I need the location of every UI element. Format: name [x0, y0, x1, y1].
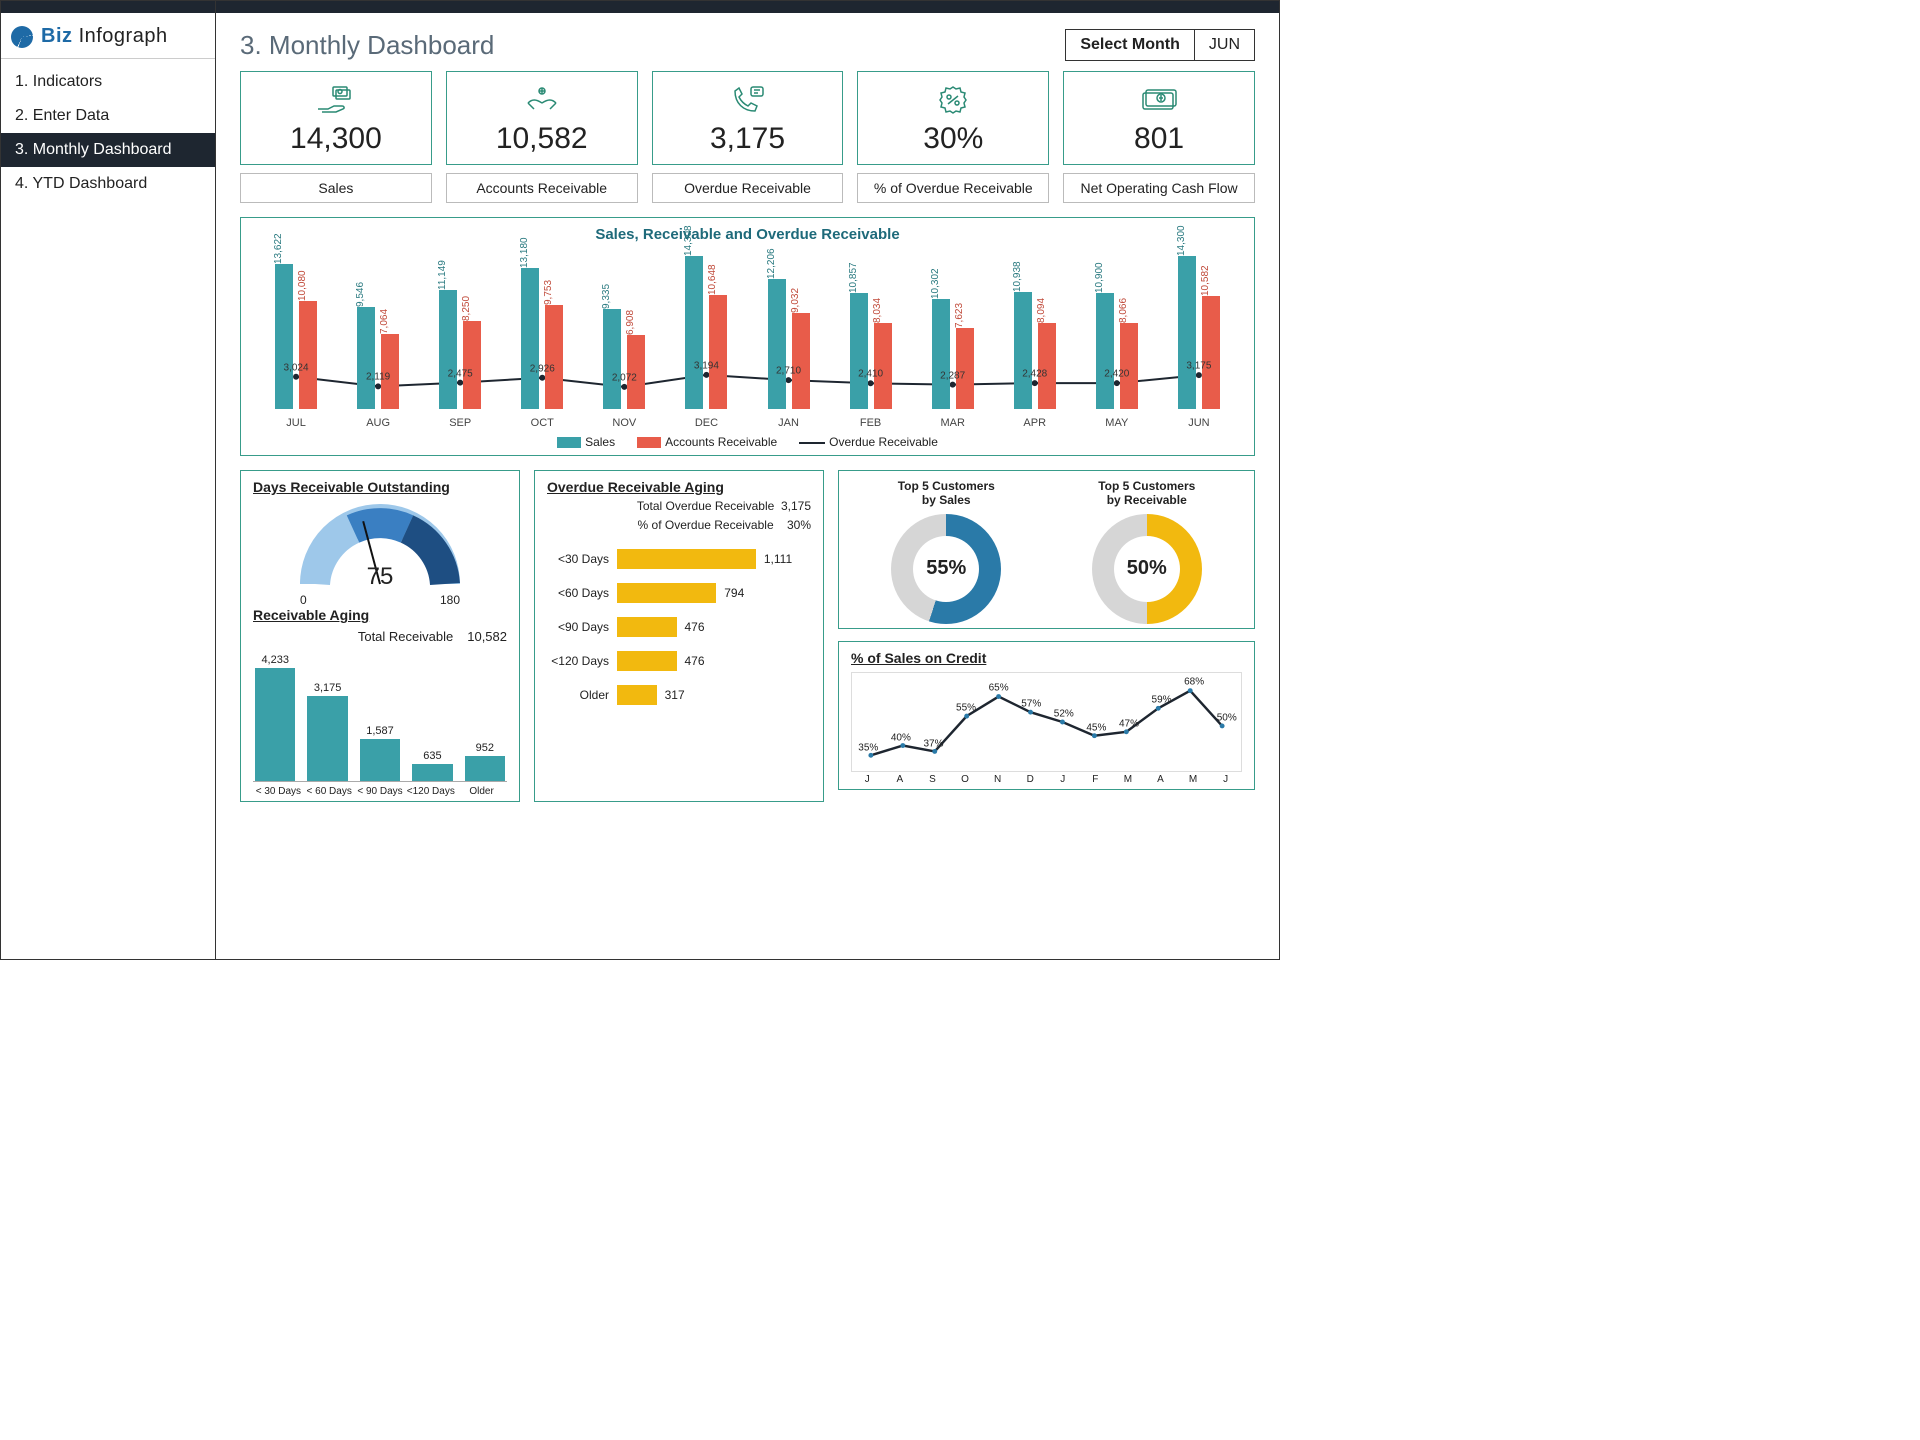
legend-sales-label: Sales — [585, 435, 615, 449]
dro-scale: 0 180 — [300, 593, 460, 607]
dro-title: Days Receivable Outstanding — [253, 479, 507, 495]
big-chart-body: 13,62210,080JUL9,5467,064AUG11,1498,250S… — [255, 249, 1240, 429]
pie-icon — [11, 26, 33, 48]
month-selector-value[interactable]: JUN — [1195, 29, 1255, 61]
dro-gauge: 75 0 180 — [253, 499, 507, 607]
donuts-row: Top 5 Customersby Sales 55% Top 5 Custom… — [851, 479, 1242, 624]
kpi-cashflow: 801 — [1063, 71, 1255, 165]
dro-and-aging-panel: Days Receivable Outstanding 75 0 180 — [240, 470, 520, 802]
sales-recv-overdue-chart: Sales, Receivable and Overdue Receivable… — [240, 217, 1255, 456]
legend-overdue: Overdue Receivable — [799, 435, 938, 449]
legend-overdue-swatch — [799, 442, 825, 444]
kpi-cashflow-label: Net Operating Cash Flow — [1063, 173, 1255, 203]
cash-hand-icon — [316, 82, 356, 118]
top5-sales-donut: Top 5 Customersby Sales 55% — [851, 479, 1042, 624]
legend-overdue-label: Overdue Receivable — [829, 435, 938, 449]
brand-logo: Biz Infograph — [1, 13, 215, 59]
overdue-aging-rows: <30 Days1,111<60 Days794<90 Days476<120 … — [547, 549, 811, 705]
kpi-pct-overdue: 30% — [857, 71, 1049, 165]
kpi-sales-label: Sales — [240, 173, 432, 203]
kpi-pct-overdue-label: % of Overdue Receivable — [857, 173, 1049, 203]
month-selector[interactable]: Select Month JUN — [1065, 29, 1255, 61]
nav-enter-data[interactable]: 2. Enter Data — [1, 99, 215, 133]
top5-recv-title: Top 5 Customersby Receivable — [1098, 479, 1195, 508]
sidebar: Biz Infograph 1. Indicators 2. Enter Dat… — [1, 1, 216, 959]
oa-total-label: Total Overdue Receivable — [637, 499, 774, 513]
top5-panel: Top 5 Customersby Sales 55% Top 5 Custom… — [838, 470, 1255, 629]
main: 3. Monthly Dashboard Select Month JUN 14… — [216, 1, 1279, 959]
legend-ar: Accounts Receivable — [637, 435, 777, 449]
legend-ar-label: Accounts Receivable — [665, 435, 777, 449]
donut-recv-pct: 50% — [1092, 514, 1202, 624]
donut-sales: 55% — [891, 514, 1001, 624]
oa-pct-value: 30% — [787, 518, 811, 532]
credit-title: % of Sales on Credit — [851, 650, 1242, 666]
dro-min: 0 — [300, 593, 307, 607]
oa-pct-label: % of Overdue Receivable — [638, 518, 774, 532]
overdue-aging-meta: Total Overdue Receivable 3,175 % of Over… — [547, 497, 811, 535]
top5-recv-donut: Top 5 Customersby Receivable 50% — [1052, 479, 1243, 624]
nav-indicators[interactable]: 1. Indicators — [1, 65, 215, 99]
dro-max: 180 — [440, 593, 460, 607]
kpi-sales-value: 14,300 — [290, 122, 382, 156]
overdue-aging-panel: Overdue Receivable Aging Total Overdue R… — [534, 470, 824, 802]
nav-monthly-dashboard[interactable]: 3. Monthly Dashboard — [1, 133, 215, 167]
kpi-ar: 10,582 — [446, 71, 638, 165]
legend-sales: Sales — [557, 435, 615, 449]
bottom-row: Days Receivable Outstanding 75 0 180 — [216, 456, 1279, 802]
main-topstrip — [216, 1, 1279, 13]
donut-sales-pct: 55% — [891, 514, 1001, 624]
kpi-cards: 14,300 10,582 3,175 30% 801 — [216, 71, 1279, 165]
donut-recv: 50% — [1092, 514, 1202, 624]
credit-panel: % of Sales on Credit 35%40%37%55%65%57%5… — [838, 641, 1255, 790]
legend-ar-swatch — [637, 437, 661, 448]
credit-line — [852, 673, 1241, 771]
ra-total-value: 10,582 — [467, 629, 507, 644]
receivable-aging-total: Total Receivable 10,582 — [253, 629, 507, 644]
handshake-icon — [522, 82, 562, 118]
big-chart-title: Sales, Receivable and Overdue Receivable — [255, 226, 1240, 243]
kpi-ar-value: 10,582 — [496, 122, 588, 156]
kpi-overdue: 3,175 — [652, 71, 844, 165]
sidebar-topstrip — [1, 1, 215, 13]
app-frame: Biz Infograph 1. Indicators 2. Enter Dat… — [0, 0, 1280, 960]
ra-total-label: Total Receivable — [358, 629, 453, 644]
top5-sales-title: Top 5 Customersby Sales — [898, 479, 995, 508]
receivable-aging-cats: < 30 Days< 60 Days< 90 Days<120 DaysOlde… — [253, 786, 507, 797]
credit-chart: 35%40%37%55%65%57%52%45%47%59%68%50% — [851, 672, 1242, 772]
legend-sales-swatch — [557, 437, 581, 448]
kpi-overdue-value: 3,175 — [710, 122, 785, 156]
kpi-labels: Sales Accounts Receivable Overdue Receiv… — [216, 165, 1279, 203]
kpi-cashflow-value: 801 — [1134, 122, 1184, 156]
oa-total-value: 3,175 — [781, 499, 811, 513]
big-chart-legend: Sales Accounts Receivable Overdue Receiv… — [255, 429, 1240, 453]
banknote-icon — [1137, 82, 1181, 118]
nav-ytd-dashboard[interactable]: 4. YTD Dashboard — [1, 167, 215, 201]
kpi-pct-overdue-value: 30% — [923, 122, 983, 156]
brand-part1: Biz — [41, 25, 79, 47]
brand-text: Biz Infograph — [41, 25, 168, 48]
overdue-aging-title: Overdue Receivable Aging — [547, 479, 811, 495]
kpi-overdue-label: Overdue Receivable — [652, 173, 844, 203]
page-title: 3. Monthly Dashboard — [240, 30, 494, 61]
receivable-aging-title: Receivable Aging — [253, 607, 507, 623]
kpi-ar-label: Accounts Receivable — [446, 173, 638, 203]
month-selector-label: Select Month — [1065, 29, 1195, 61]
dro-value: 75 — [367, 563, 394, 591]
header: 3. Monthly Dashboard Select Month JUN — [216, 13, 1279, 71]
percent-badge-icon — [935, 82, 971, 118]
brand-part2: Infograph — [79, 25, 168, 47]
right-column: Top 5 Customersby Sales 55% Top 5 Custom… — [838, 470, 1255, 802]
credit-cats: JASONDJFMAMJ — [851, 774, 1242, 785]
kpi-sales: 14,300 — [240, 71, 432, 165]
receivable-aging-bars: 4,2333,1751,587635952 — [253, 652, 507, 782]
nav: 1. Indicators 2. Enter Data 3. Monthly D… — [1, 59, 215, 201]
phone-msg-icon — [727, 82, 767, 118]
